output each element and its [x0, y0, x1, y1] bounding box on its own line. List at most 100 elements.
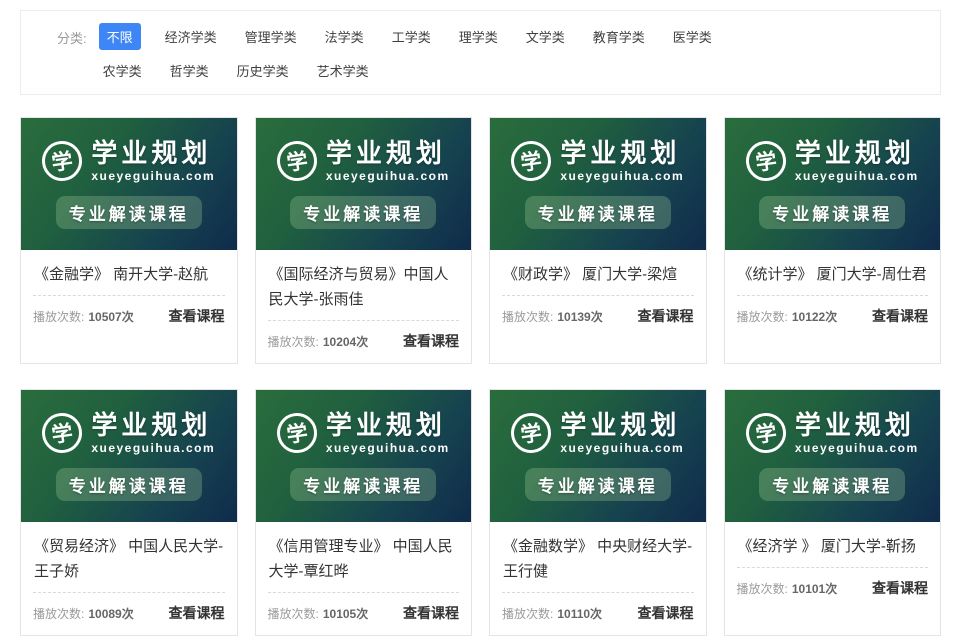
plays-label: 播放次数: [33, 605, 84, 622]
ribbon-badge: 专业解读课程 [525, 468, 671, 501]
plays-count: 10204次 [323, 333, 368, 350]
course-card[interactable]: 学 学业规划 xueyeguihua.com 专业解读课程 《贸易经济》 中国人… [20, 389, 238, 636]
category-filter-item[interactable]: 哲学类 [166, 57, 213, 84]
course-card-body: 《财政学》 厦门大学-梁煊 播放次数: 10139次 查看课程 [490, 250, 706, 363]
brand-title: 学业规划 [795, 140, 919, 166]
category-filter-item[interactable]: 法学类 [321, 23, 368, 50]
category-filter-item[interactable]: 不限 [99, 23, 141, 50]
course-title: 《贸易经济》 中国人民大学-王子娇 [33, 532, 225, 593]
course-meta-row: 播放次数: 10101次 查看课程 [737, 578, 929, 598]
logo-glyph: 学 [753, 145, 778, 178]
course-card[interactable]: 学 学业规划 xueyeguihua.com 专业解读课程 《经济学 》 厦门大… [724, 389, 942, 636]
course-title: 《财政学》 厦门大学-梁煊 [502, 260, 694, 296]
brand-row: 学 学业规划 xueyeguihua.com [511, 140, 684, 183]
course-title: 《金融数学》 中央财经大学-王行健 [502, 532, 694, 593]
brand-row: 学 学业规划 xueyeguihua.com [746, 412, 919, 455]
brand-title: 学业规划 [91, 140, 215, 166]
xueyeguihua-logo-icon: 学 [274, 410, 319, 455]
brand-domain: xueyeguihua.com [560, 169, 684, 183]
category-filter-bar: 分类: 不限经济学类管理学类法学类工学类理学类文学类教育学类医学类农学类哲学类历… [20, 10, 941, 95]
course-card-grid: 学 学业规划 xueyeguihua.com 专业解读课程 《金融学》 南开大学… [20, 117, 941, 636]
plays-label: 播放次数: [502, 308, 553, 325]
plays-count: 10507次 [88, 308, 133, 325]
brand-row: 学 学业规划 xueyeguihua.com [277, 412, 450, 455]
course-card[interactable]: 学 学业规划 xueyeguihua.com 专业解读课程 《统计学》 厦门大学… [724, 117, 942, 364]
xueyeguihua-logo-icon: 学 [743, 138, 788, 183]
view-course-link[interactable]: 查看课程 [638, 306, 694, 326]
course-title: 《统计学》 厦门大学-周仕君 [737, 260, 929, 296]
course-card-body: 《经济学 》 厦门大学-靳扬 播放次数: 10101次 查看课程 [725, 522, 941, 635]
brand-block: 学业规划 xueyeguihua.com [560, 140, 684, 183]
course-card-body: 《金融数学》 中央财经大学-王行健 播放次数: 10110次 查看课程 [490, 522, 706, 635]
plays-label: 播放次数: [268, 605, 319, 622]
course-card[interactable]: 学 学业规划 xueyeguihua.com 专业解读课程 《财政学》 厦门大学… [489, 117, 707, 364]
brand-title: 学业规划 [560, 412, 684, 438]
course-thumbnail[interactable]: 学 学业规划 xueyeguihua.com 专业解读课程 [725, 118, 941, 250]
brand-title: 学业规划 [326, 140, 450, 166]
logo-glyph: 学 [50, 145, 75, 178]
view-course-link[interactable]: 查看课程 [403, 331, 459, 351]
brand-block: 学业规划 xueyeguihua.com [91, 140, 215, 183]
filter-label: 分类: [57, 23, 87, 47]
course-card[interactable]: 学 学业规划 xueyeguihua.com 专业解读课程 《国际经济与贸易》中… [255, 117, 473, 364]
category-filter-item[interactable]: 艺术学类 [313, 57, 373, 84]
category-filter-item[interactable]: 医学类 [669, 23, 716, 50]
logo-glyph: 学 [50, 417, 75, 450]
course-card[interactable]: 学 学业规划 xueyeguihua.com 专业解读课程 《金融学》 南开大学… [20, 117, 238, 364]
plays-count: 10122次 [792, 308, 837, 325]
brand-domain: xueyeguihua.com [91, 441, 215, 455]
xueyeguihua-logo-icon: 学 [743, 410, 788, 455]
brand-row: 学 学业规划 xueyeguihua.com [42, 140, 215, 183]
course-card[interactable]: 学 学业规划 xueyeguihua.com 专业解读课程 《信用管理专业》 中… [255, 389, 473, 636]
view-course-link[interactable]: 查看课程 [169, 306, 225, 326]
brand-title: 学业规划 [91, 412, 215, 438]
view-course-link[interactable]: 查看课程 [872, 306, 928, 326]
category-filter-item[interactable]: 教育学类 [589, 23, 649, 50]
course-thumbnail[interactable]: 学 学业规划 xueyeguihua.com 专业解读课程 [490, 390, 706, 522]
category-filter-item[interactable]: 管理学类 [241, 23, 301, 50]
course-thumbnail[interactable]: 学 学业规划 xueyeguihua.com 专业解读课程 [256, 390, 472, 522]
view-course-link[interactable]: 查看课程 [169, 603, 225, 623]
brand-row: 学 学业规划 xueyeguihua.com [277, 140, 450, 183]
ribbon-badge: 专业解读课程 [290, 468, 436, 501]
brand-block: 学业规划 xueyeguihua.com [326, 412, 450, 455]
category-filter-item[interactable]: 理学类 [455, 23, 502, 50]
logo-glyph: 学 [519, 417, 544, 450]
xueyeguihua-logo-icon: 学 [509, 138, 554, 183]
category-filter-item[interactable]: 工学类 [388, 23, 435, 50]
course-thumbnail[interactable]: 学 学业规划 xueyeguihua.com 专业解读课程 [490, 118, 706, 250]
plays-label: 播放次数: [33, 308, 84, 325]
course-meta-row: 播放次数: 10139次 查看课程 [502, 306, 694, 326]
course-thumbnail[interactable]: 学 学业规划 xueyeguihua.com 专业解读课程 [21, 118, 237, 250]
course-thumbnail[interactable]: 学 学业规划 xueyeguihua.com 专业解读课程 [725, 390, 941, 522]
view-course-link[interactable]: 查看课程 [872, 578, 928, 598]
course-title: 《信用管理专业》 中国人民大学-覃红晔 [268, 532, 460, 593]
logo-glyph: 学 [284, 145, 309, 178]
brand-domain: xueyeguihua.com [560, 441, 684, 455]
xueyeguihua-logo-icon: 学 [40, 410, 85, 455]
category-filter-item[interactable]: 经济学类 [161, 23, 221, 50]
plays-label: 播放次数: [268, 333, 319, 350]
brand-row: 学 学业规划 xueyeguihua.com [511, 412, 684, 455]
view-course-link[interactable]: 查看课程 [638, 603, 694, 623]
brand-block: 学业规划 xueyeguihua.com [795, 412, 919, 455]
xueyeguihua-logo-icon: 学 [509, 410, 554, 455]
brand-title: 学业规划 [795, 412, 919, 438]
course-meta-row: 播放次数: 10122次 查看课程 [737, 306, 929, 326]
brand-block: 学业规划 xueyeguihua.com [795, 140, 919, 183]
course-card-body: 《金融学》 南开大学-赵航 播放次数: 10507次 查看课程 [21, 250, 237, 363]
view-course-link[interactable]: 查看课程 [403, 603, 459, 623]
logo-glyph: 学 [519, 145, 544, 178]
course-meta-row: 播放次数: 10110次 查看课程 [502, 603, 694, 623]
category-filter-item[interactable]: 文学类 [522, 23, 569, 50]
plays-label: 播放次数: [737, 580, 788, 597]
brand-block: 学业规划 xueyeguihua.com [560, 412, 684, 455]
category-filter-item[interactable]: 历史学类 [233, 57, 293, 84]
category-filter-item[interactable]: 农学类 [99, 57, 146, 84]
plays-count: 10139次 [557, 308, 602, 325]
course-thumbnail[interactable]: 学 学业规划 xueyeguihua.com 专业解读课程 [21, 390, 237, 522]
course-meta-row: 播放次数: 10204次 查看课程 [268, 331, 460, 351]
course-card[interactable]: 学 学业规划 xueyeguihua.com 专业解读课程 《金融数学》 中央财… [489, 389, 707, 636]
ribbon-badge: 专业解读课程 [56, 196, 202, 229]
course-thumbnail[interactable]: 学 学业规划 xueyeguihua.com 专业解读课程 [256, 118, 472, 250]
